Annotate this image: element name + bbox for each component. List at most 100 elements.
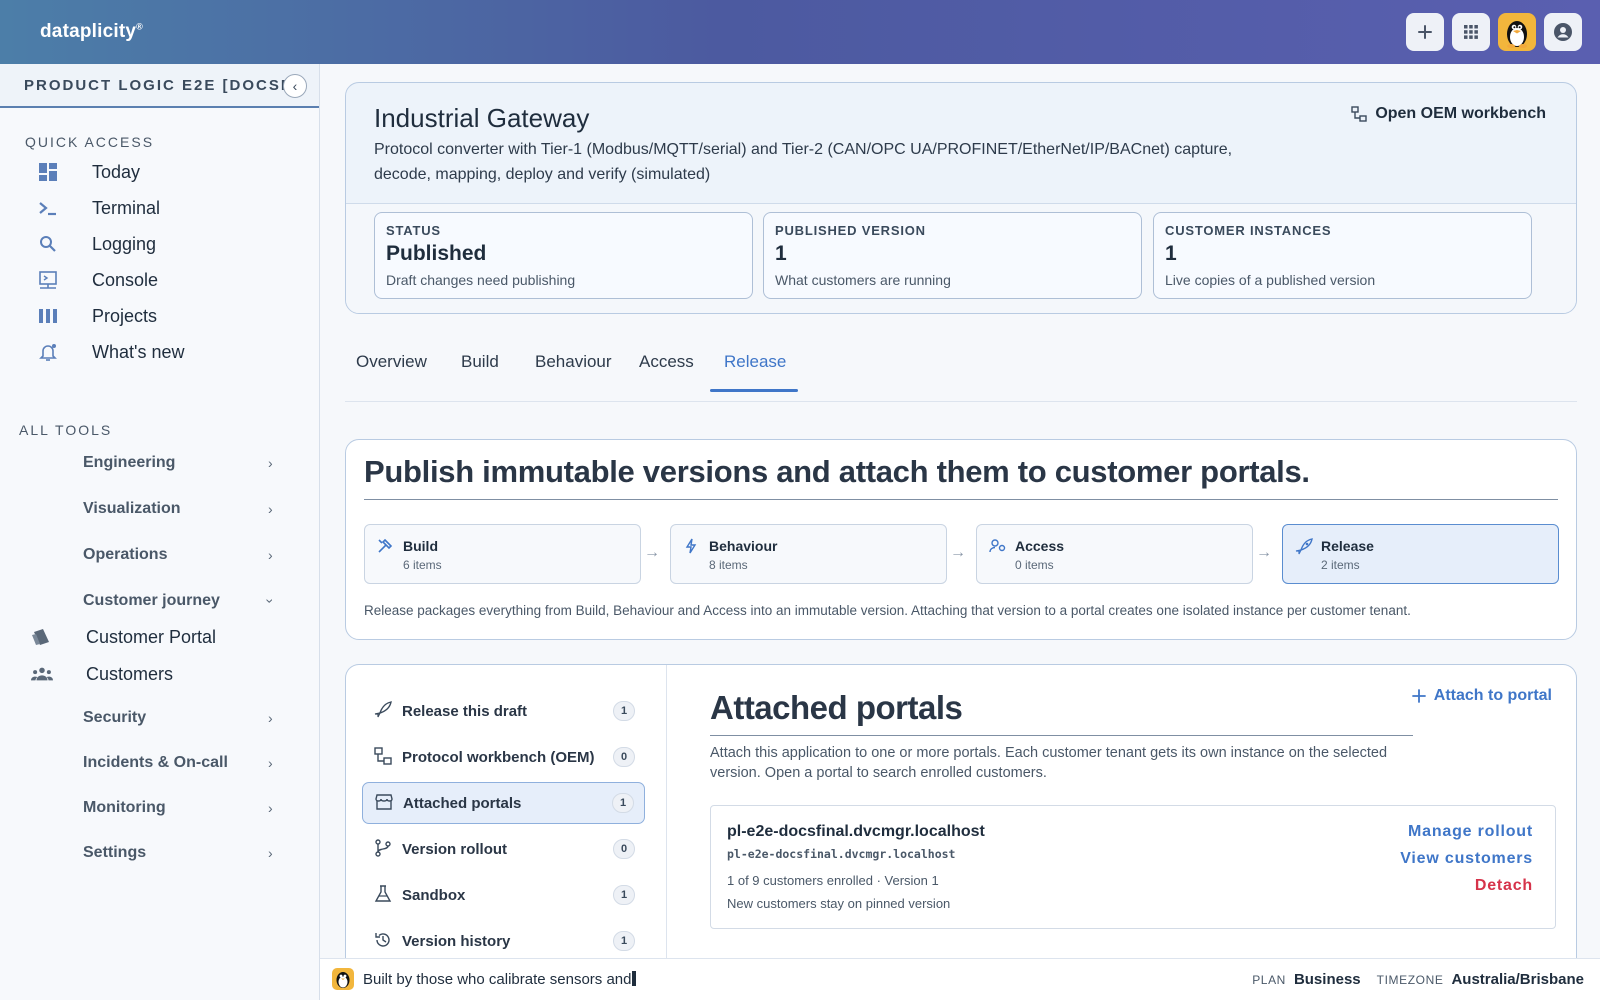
count-badge: 1 [612, 793, 634, 813]
sidebar-item-customer-portal[interactable]: Customer Portal [0, 620, 320, 654]
tux-icon [332, 968, 354, 990]
step-name: Release [1321, 538, 1374, 554]
plus-icon [1418, 25, 1432, 39]
tab-overview[interactable]: Overview [356, 352, 427, 380]
sidebar-item-logging[interactable]: Logging [0, 227, 320, 261]
divider [364, 499, 1558, 500]
portal-card: pl-e2e-docsfinal.dvcmgr.localhost pl-e2e… [710, 805, 1556, 929]
apps-button[interactable] [1452, 13, 1490, 51]
tool-customer-journey[interactable]: Customer journey › [0, 584, 320, 618]
count-badge: 0 [613, 747, 635, 767]
tool-security[interactable]: Security › [0, 701, 320, 735]
stat-key: CUSTOMER INSTANCES [1165, 223, 1332, 238]
collapse-sidebar-button[interactable]: ‹ [283, 74, 307, 98]
brand-name: dataplicity [40, 21, 137, 42]
step-count: 8 items [709, 558, 748, 572]
brand-mark: ® [136, 21, 144, 32]
sidebar-item-customers[interactable]: Customers [0, 657, 320, 691]
flask-icon [374, 885, 394, 905]
tux-avatar-button[interactable] [1498, 13, 1536, 51]
add-button[interactable] [1406, 13, 1444, 51]
tool-label: Visualization [83, 500, 181, 517]
tux-icon [1507, 21, 1527, 48]
dashboard-icon [38, 162, 58, 182]
plan-value: Business [1293, 971, 1361, 988]
sidebar-item-label: Logging [92, 233, 157, 254]
release-nav-attached-portals[interactable]: Attached portals 1 [362, 782, 645, 824]
quick-access-title: QUICK ACCESS [25, 134, 155, 150]
manage-rollout-button[interactable]: Manage rollout [1400, 823, 1533, 841]
tool-incidents[interactable]: Incidents & On-call › [0, 746, 320, 780]
sidebar-item-label: Terminal [92, 197, 161, 218]
account-icon [1554, 23, 1572, 41]
tool-visualization[interactable]: Visualization › [0, 492, 320, 526]
pipeline-step-release[interactable]: Release 2 items [1282, 524, 1559, 584]
pipeline-step-build[interactable]: Build 6 items [364, 524, 641, 584]
stats-row: STATUS Published Draft changes need publ… [346, 203, 1576, 313]
count-badge: 0 [613, 839, 635, 859]
release-nav-version-rollout[interactable]: Version rollout 0 [362, 828, 645, 870]
footer-bar: Built by those who calibrate sensors and… [320, 958, 1600, 1000]
tool-label: Monitoring [83, 799, 166, 816]
step-name: Access [1015, 538, 1065, 554]
chevron-right-icon: › [268, 501, 273, 517]
open-oem-workbench-link[interactable]: Open OEM workbench [1351, 105, 1546, 123]
tool-engineering[interactable]: Engineering › [0, 446, 320, 480]
divider [710, 735, 1413, 736]
app-description: Protocol converter with Tier-1 (Modbus/M… [374, 141, 1233, 183]
chevron-right-icon: › [268, 800, 273, 816]
tab-release[interactable]: Release [724, 352, 786, 380]
bell-icon [38, 342, 58, 362]
sidebar: PRODUCT LOGIC E2E [DOCSFINAL] ‹ QUICK AC… [0, 64, 320, 1000]
release-note: Release packages everything from Build, … [364, 603, 1411, 618]
project-selector[interactable]: PRODUCT LOGIC E2E [DOCSFINAL] ‹ [0, 64, 319, 108]
tab-bar: Overview Build Behaviour Access Release [345, 344, 1577, 402]
attach-to-portal-button[interactable]: Attach to portal [1411, 687, 1552, 705]
chevron-down-icon: › [262, 598, 279, 604]
step-count: 0 items [1015, 558, 1054, 572]
tab-build[interactable]: Build [461, 352, 499, 380]
detach-button[interactable]: Detach [1400, 877, 1533, 895]
sidebar-item-label: Projects [92, 305, 158, 326]
rocket-icon [374, 701, 394, 721]
chevron-left-icon: ‹ [292, 78, 298, 94]
tool-operations[interactable]: Operations › [0, 538, 320, 572]
users-icon [31, 664, 53, 684]
timezone-value: Australia/Brisbane [1451, 971, 1584, 988]
chevron-right-icon: › [268, 455, 273, 471]
step-count: 2 items [1321, 558, 1360, 572]
customer-instances-stat: CUSTOMER INSTANCES 1 Live copies of a pu… [1153, 212, 1532, 299]
pipeline-step-access[interactable]: Access 0 items [976, 524, 1253, 584]
chevron-right-icon: › [268, 710, 273, 726]
console-icon [38, 270, 58, 290]
release-nav-release-draft[interactable]: Release this draft 1 [362, 690, 645, 732]
sidebar-item-today[interactable]: Today [0, 155, 320, 189]
active-tab-indicator [710, 389, 798, 392]
brand-logo[interactable]: dataplicity® [40, 21, 143, 43]
view-customers-button[interactable]: View customers [1400, 850, 1533, 868]
workbench-icon [374, 747, 394, 767]
release-nav-sandbox[interactable]: Sandbox 1 [362, 874, 645, 916]
pipeline-step-behaviour[interactable]: Behaviour 8 items [670, 524, 947, 584]
tab-behaviour[interactable]: Behaviour [535, 352, 612, 380]
sidebar-item-label: Today [92, 161, 141, 182]
tool-settings[interactable]: Settings › [0, 836, 320, 870]
release-nav-version-history[interactable]: Version history 1 [362, 920, 645, 962]
account-button[interactable] [1544, 13, 1582, 51]
tool-label: Customer journey [83, 592, 220, 609]
tool-label: Incidents & On-call [83, 754, 228, 771]
published-version-stat: PUBLISHED VERSION 1 What customers are r… [763, 212, 1142, 299]
sidebar-item-terminal[interactable]: Terminal [0, 191, 320, 225]
sidebar-item-console[interactable]: Console [0, 263, 320, 297]
sidebar-item-projects[interactable]: Projects [0, 299, 320, 333]
release-nav-protocol-workbench[interactable]: Protocol workbench (OEM) 0 [362, 736, 645, 778]
sidebar-item-label: Customers [86, 663, 174, 684]
sidebar-item-whats-new[interactable]: What's new [0, 335, 320, 369]
tab-access[interactable]: Access [639, 352, 694, 380]
portal-enrollment: 1 of 9 customers enrolled · Version 1 [727, 873, 939, 888]
portal-icon [31, 627, 53, 647]
count-badge: 1 [613, 885, 635, 905]
tool-monitoring[interactable]: Monitoring › [0, 791, 320, 825]
tool-label: Operations [83, 546, 168, 563]
top-bar: dataplicity® [0, 0, 1600, 64]
